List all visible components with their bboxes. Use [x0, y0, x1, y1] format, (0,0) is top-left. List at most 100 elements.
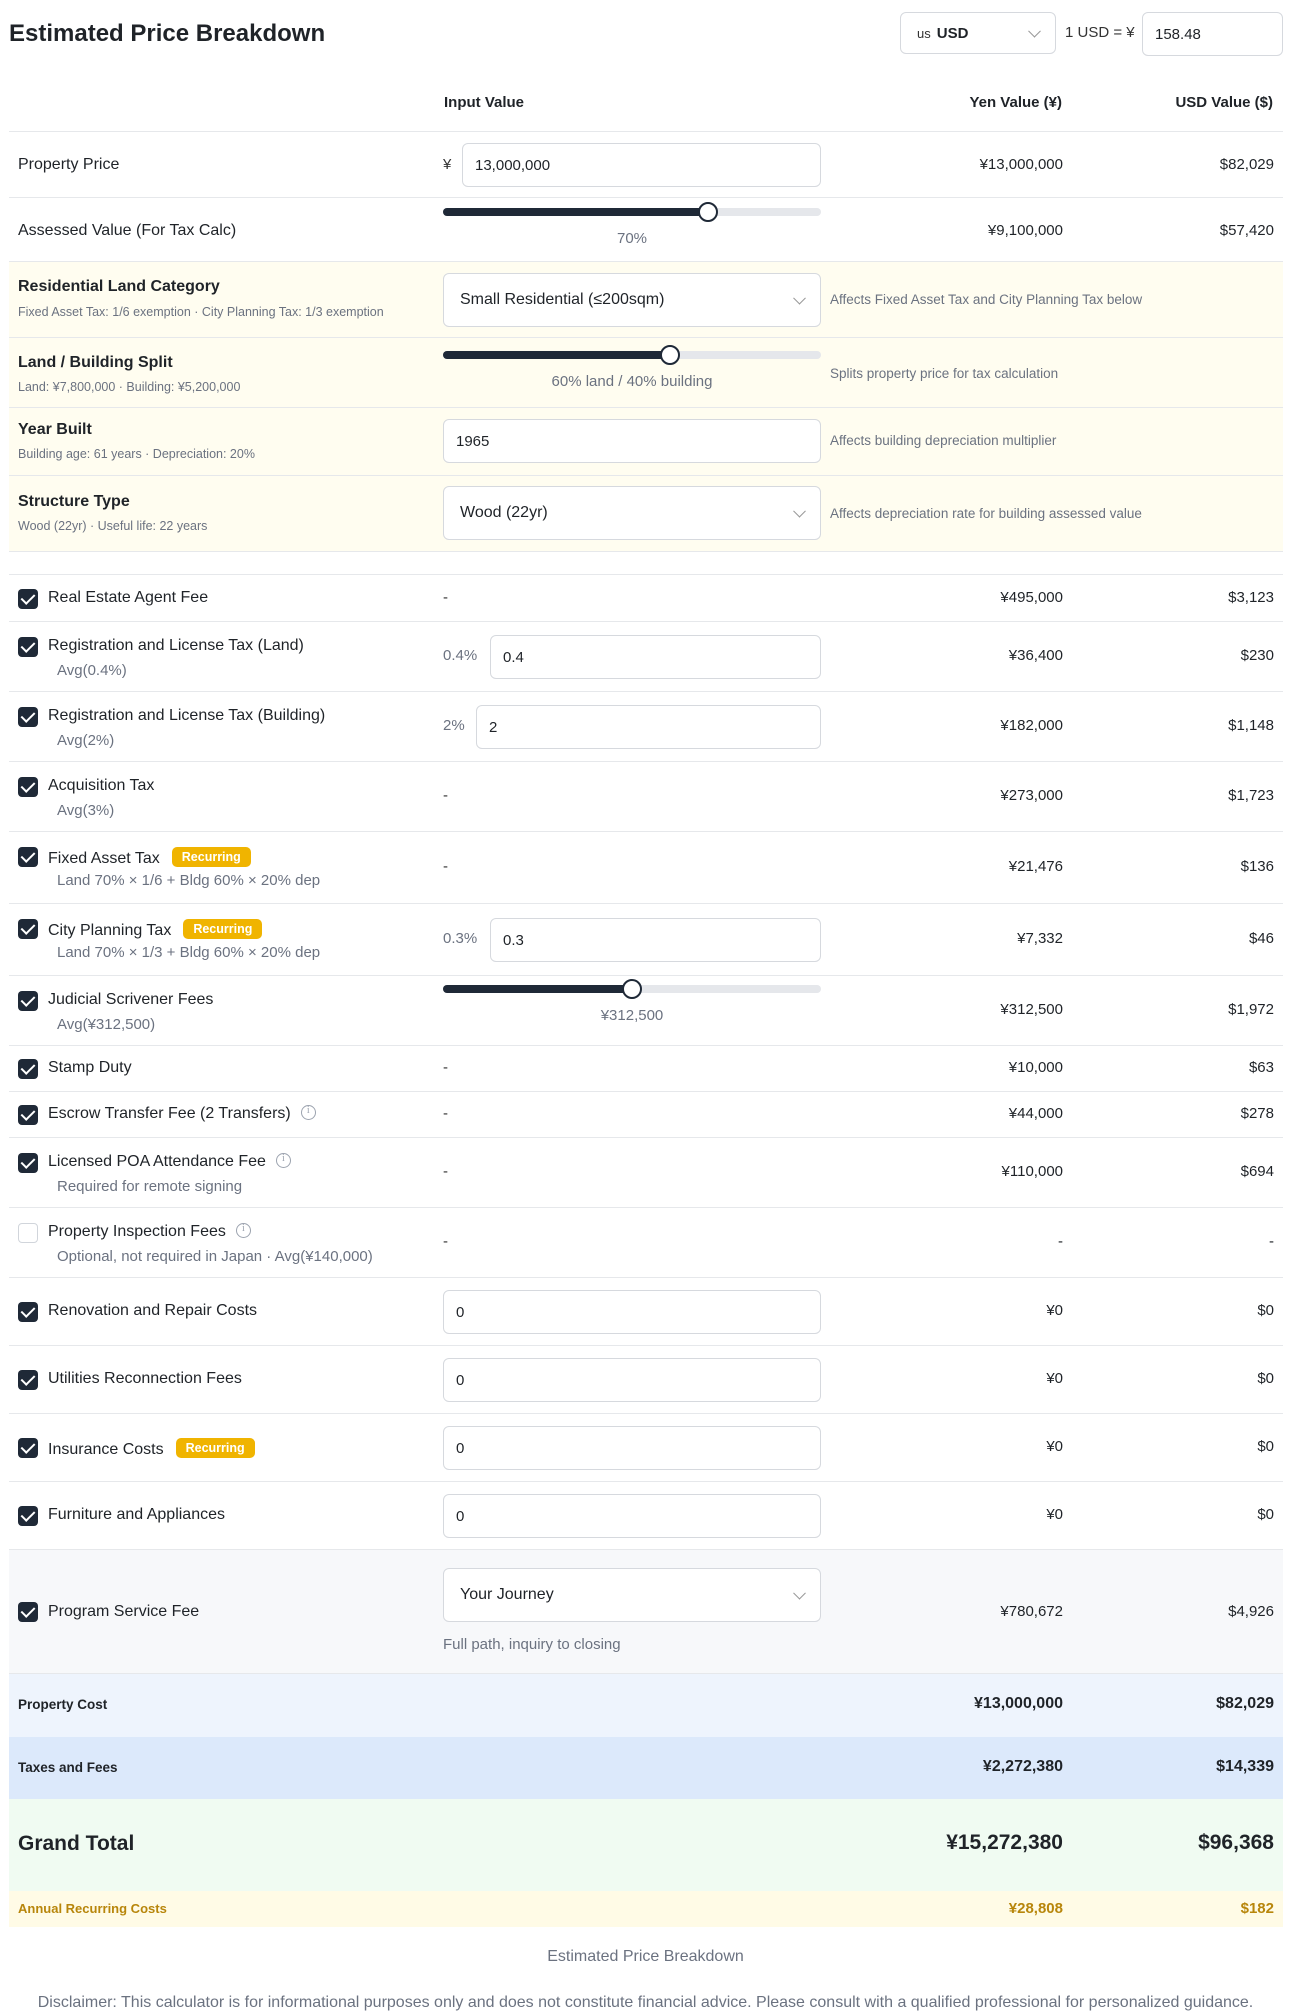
row-sub: Fixed Asset Tax: 1/6 exemption · City Pl… [18, 305, 384, 319]
row-property-price: Property Price ¥ ¥13,000,000 $82,029 [9, 132, 1283, 198]
fee-checkbox[interactable] [18, 919, 38, 939]
yen-value: ¥110,000 [1001, 1163, 1063, 1180]
fee-amount-input[interactable] [443, 1426, 821, 1470]
fee-label-text: Property Inspection Fees [48, 1223, 226, 1240]
slider-value: 70% [616, 230, 648, 247]
fee-amount-input[interactable] [443, 1290, 821, 1334]
exchange-rate-input[interactable] [1142, 12, 1283, 56]
year-built-input[interactable] [443, 419, 821, 463]
input-placeholder: - [443, 1163, 448, 1180]
currency-code: USD [936, 24, 969, 42]
property-price-input[interactable] [462, 143, 821, 187]
row-stamp-duty: Stamp Duty - ¥10,000 $63 [9, 1046, 1283, 1092]
recurring-badge: Recurring [183, 919, 263, 939]
fee-checkbox[interactable] [18, 1506, 38, 1526]
usd-value: $4,926 [1228, 1603, 1274, 1620]
summary-property-cost: Property Cost ¥13,000,000 $82,029 [9, 1674, 1283, 1737]
fee-amount-input[interactable] [443, 1494, 821, 1538]
fee-sub: Avg(0.4%) [57, 662, 127, 679]
row-note: Affects Fixed Asset Tax and City Plannin… [830, 292, 1143, 307]
fee-checkbox[interactable] [18, 1370, 38, 1390]
slider-value: 60% land / 40% building [551, 373, 713, 390]
input-placeholder: - [443, 787, 448, 804]
fee-checkbox[interactable] [18, 1059, 38, 1079]
row-label: Structure Type [18, 493, 130, 510]
summary-taxes-fees: Taxes and Fees ¥2,272,380 $14,339 [9, 1737, 1283, 1799]
yen-value: ¥780,672 [1000, 1603, 1063, 1620]
yen-value: ¥2,272,380 [982, 1758, 1063, 1775]
usd-value: $278 [1240, 1105, 1274, 1122]
fee-label: Judicial Scrivener Fees [48, 991, 213, 1009]
slider-handle[interactable] [697, 202, 718, 222]
yen-value: ¥0 [1046, 1302, 1063, 1319]
land-category-select[interactable]: Small Residential (≤200sqm) [443, 273, 821, 327]
input-placeholder: - [443, 589, 448, 606]
row-renovation-and-repair-costs: Renovation and Repair Costs ¥0 $0 [9, 1278, 1283, 1346]
row-fixed-asset-tax: Fixed Asset Tax Recurring Land 70% × 1/6 +… [9, 832, 1283, 904]
assessed-value-slider[interactable] [443, 202, 821, 222]
fee-label-text: Insurance Costs [48, 1441, 164, 1458]
fee-checkbox[interactable] [18, 1153, 38, 1173]
fee-label: Registration and License Tax (Land) [48, 637, 304, 655]
row-sub: Building age: 61 years · Depreciation: 2… [18, 447, 255, 461]
page-title: Estimated Price Breakdown [9, 20, 326, 47]
row-note: Affects depreciation rate for building a… [830, 506, 1142, 521]
yen-value: ¥312,500 [1000, 1001, 1063, 1018]
currency-select[interactable]: us USD [900, 12, 1056, 54]
fee-rate-input[interactable] [490, 918, 821, 962]
info-icon[interactable] [300, 1105, 316, 1120]
fee-checkbox[interactable] [18, 777, 38, 797]
fee-checkbox[interactable] [18, 1105, 38, 1125]
usd-value: $1,148 [1228, 717, 1274, 734]
disclaimer: Disclaimer: This calculator is for infor… [37, 1994, 1254, 2011]
selected-value: Wood (22yr) [460, 504, 548, 521]
fee-rate-input[interactable] [490, 635, 821, 679]
yen-value: ¥28,808 [1008, 1900, 1063, 1917]
info-icon[interactable] [275, 1153, 291, 1168]
fee-checkbox[interactable] [18, 589, 38, 609]
usd-value: $82,029 [1219, 156, 1274, 173]
usd-value: $0 [1257, 1302, 1274, 1319]
fee-checkbox[interactable] [18, 991, 38, 1011]
yen-value: ¥0 [1046, 1438, 1063, 1455]
fee-label-text: City Planning Tax [48, 922, 172, 939]
info-icon[interactable] [235, 1223, 251, 1238]
col-header-usd: USD Value ($) [1175, 94, 1273, 111]
fee-checkbox[interactable] [18, 1438, 38, 1458]
col-header-input: Input Value [444, 94, 525, 111]
fee-label: Utilities Reconnection Fees [48, 1370, 242, 1388]
fee-amount-input[interactable] [443, 1358, 821, 1402]
yen-value: ¥495,000 [1000, 589, 1063, 606]
fee-label: Licensed POA Attendance Fee [48, 1153, 291, 1171]
fee-checkbox[interactable] [18, 1223, 38, 1243]
row-judicial-scrivener-fees: Judicial Scrivener Fees Avg(¥312,500) ¥312… [9, 976, 1283, 1046]
usd-value: $694 [1240, 1163, 1274, 1180]
col-header-yen: Yen Value (¥) [969, 94, 1062, 111]
fee-checkbox[interactable] [18, 1302, 38, 1322]
fee-checkbox[interactable] [18, 637, 38, 657]
recurring-badge: Recurring [175, 1438, 255, 1458]
summary-grand-total: Grand Total ¥15,272,380 $96,368 [9, 1799, 1283, 1891]
fee-label-text: Acquisition Tax [48, 777, 155, 794]
row-utilities-reconnection-fees: Utilities Reconnection Fees ¥0 $0 [9, 1346, 1283, 1414]
program-fee-checkbox[interactable] [18, 1602, 38, 1622]
slider-handle[interactable] [622, 979, 642, 999]
chevron-down-icon [1028, 24, 1041, 38]
fee-label: Insurance Costs Recurring [48, 1438, 255, 1459]
header: Estimated Price Breakdown us USD 1 USD =… [9, 12, 1283, 58]
structure-type-select[interactable]: Wood (22yr) [443, 486, 821, 540]
usd-value: $0 [1257, 1438, 1274, 1455]
fee-slider[interactable] [443, 979, 821, 999]
input-placeholder: - [443, 1059, 448, 1076]
land-split-slider[interactable] [443, 345, 821, 365]
slider-handle[interactable] [659, 345, 680, 365]
fee-checkbox[interactable] [18, 707, 38, 727]
program-select[interactable]: Your Journey [443, 1568, 821, 1622]
input-placeholder: - [443, 858, 448, 875]
fee-checkbox[interactable] [18, 847, 38, 867]
row-structure-type: Structure Type Wood (22yr) · Useful life… [9, 476, 1283, 552]
selected-value: Small Residential (≤200sqm) [460, 291, 665, 308]
yen-value: ¥21,476 [1008, 858, 1063, 875]
fee-rate-input[interactable] [476, 705, 821, 749]
fee-label-text: Licensed POA Attendance Fee [48, 1153, 266, 1170]
